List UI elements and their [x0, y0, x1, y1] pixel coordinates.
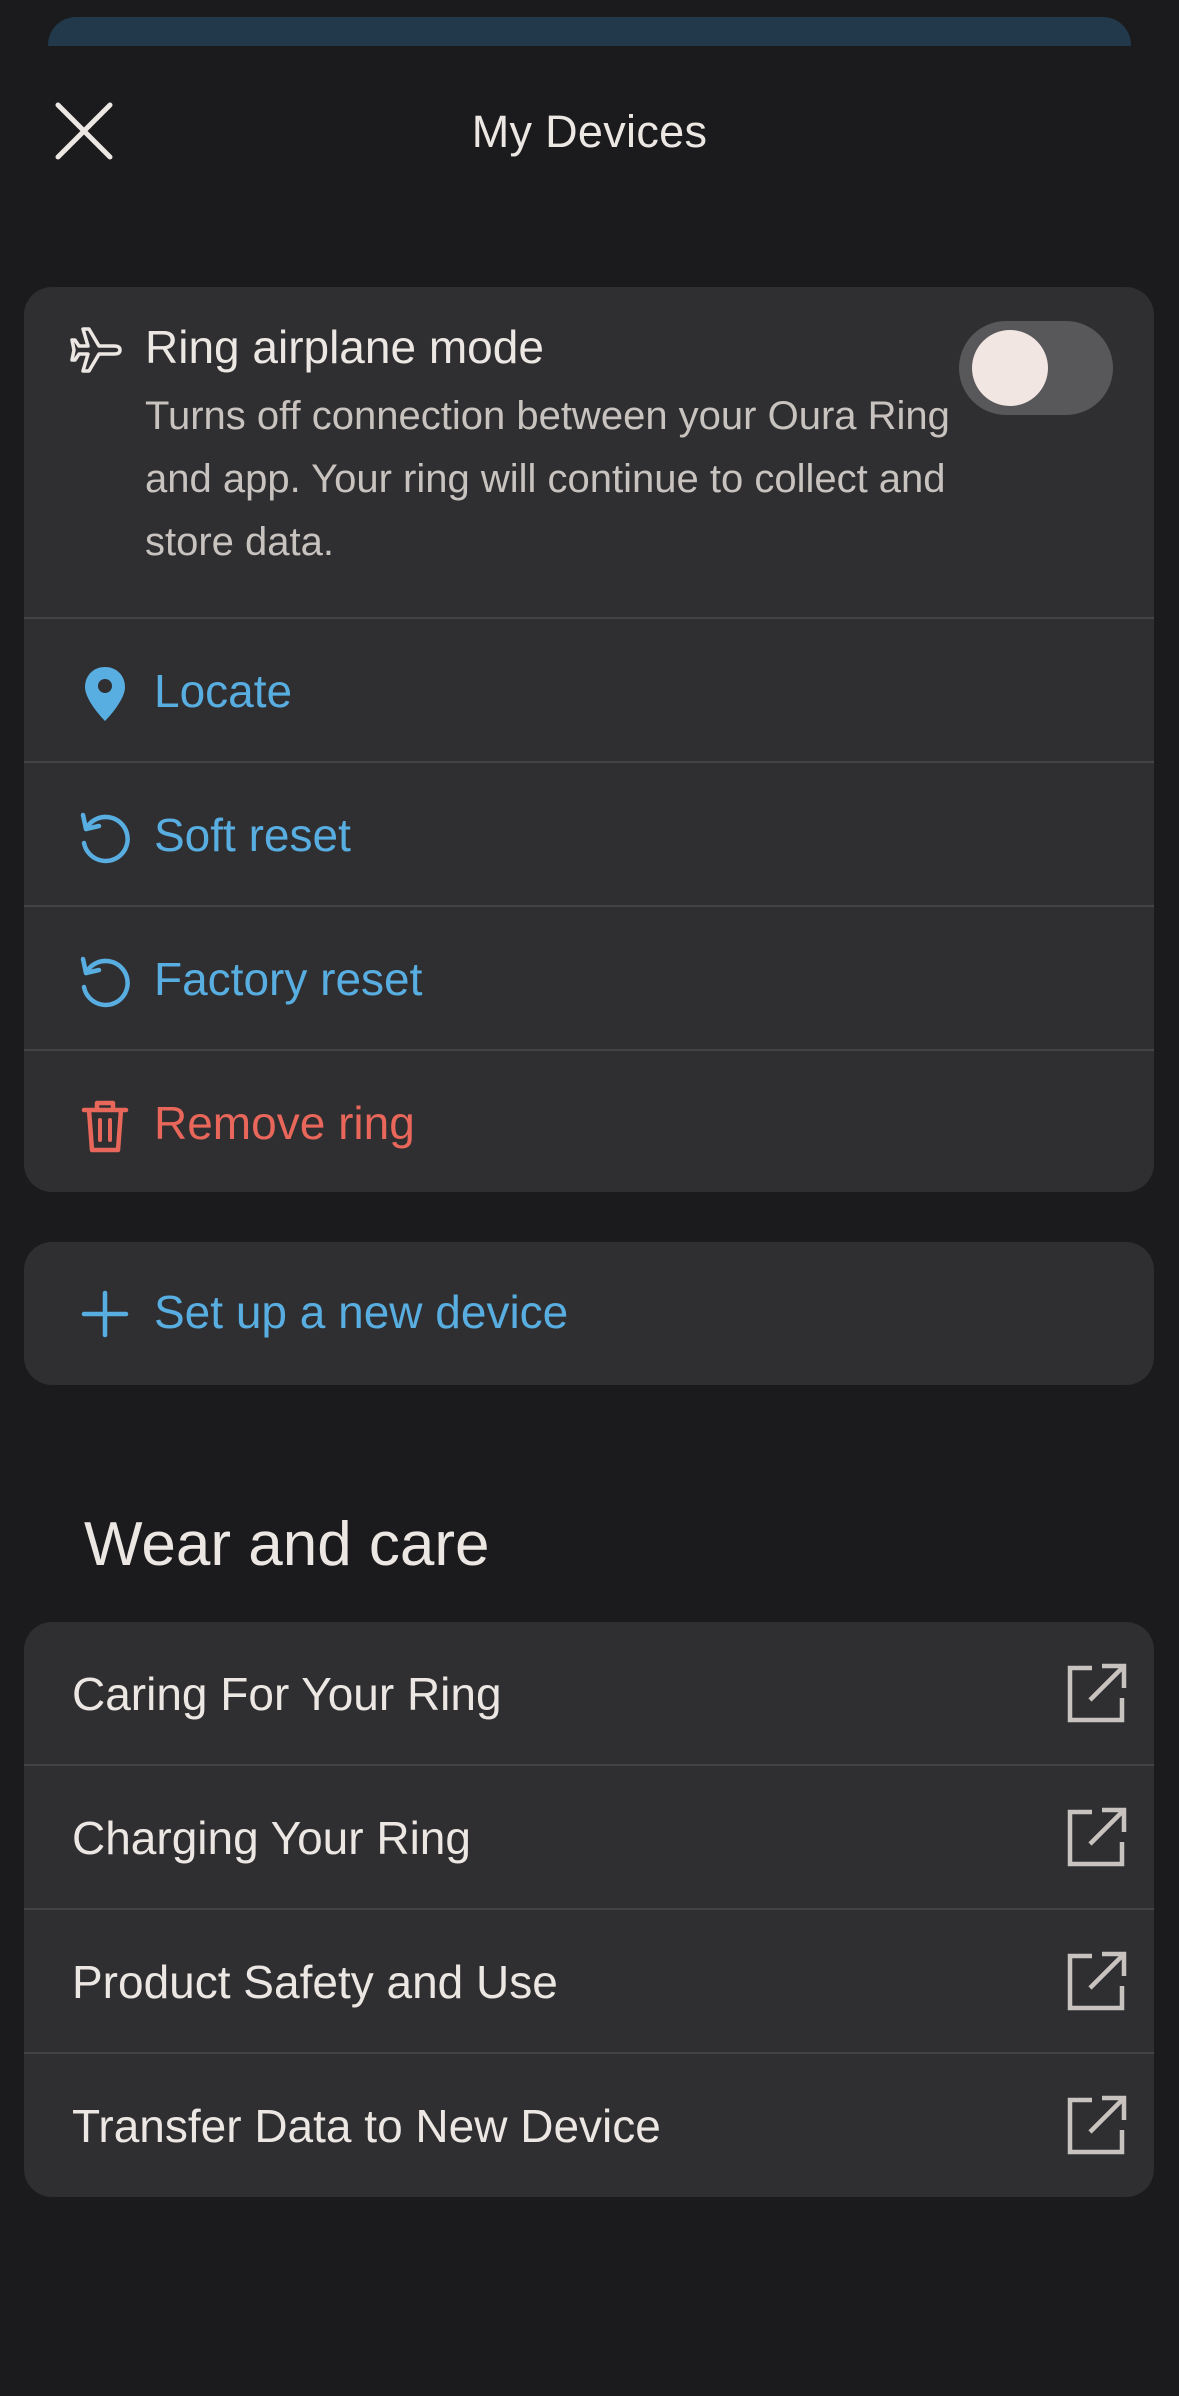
- care-link-label: Transfer Data to New Device: [72, 2100, 661, 2152]
- setup-new-device-label: Set up a new device: [154, 1286, 569, 1338]
- factory-reset-label: Factory reset: [154, 953, 423, 1005]
- plus-icon: [81, 1290, 129, 1338]
- setup-device-card: Set up a new device: [24, 1242, 1154, 1385]
- care-link-row[interactable]: Caring For Your Ring: [24, 1622, 1154, 1766]
- trash-icon: [81, 1100, 129, 1153]
- remove-ring-label: Remove ring: [154, 1097, 415, 1149]
- remove-ring-row[interactable]: Remove ring: [24, 1051, 1154, 1192]
- factory-reset-row[interactable]: Factory reset: [24, 907, 1154, 1051]
- airplane-mode-title: Ring airplane mode: [145, 321, 544, 373]
- location-pin-icon: [85, 667, 125, 721]
- care-link-label: Caring For Your Ring: [72, 1668, 502, 1720]
- toggle-knob: [972, 330, 1048, 406]
- reset-icon: [80, 956, 130, 1008]
- airplane-mode-toggle[interactable]: [959, 321, 1113, 415]
- soft-reset-label: Soft reset: [154, 809, 351, 861]
- care-link-row[interactable]: Charging Your Ring: [24, 1766, 1154, 1910]
- soft-reset-row[interactable]: Soft reset: [24, 763, 1154, 907]
- locate-label: Locate: [154, 665, 293, 717]
- external-link-icon: [1067, 1663, 1127, 1723]
- external-link-icon: [1067, 1951, 1127, 2011]
- airplane-mode-row: Ring airplane mode Turns off connection …: [24, 287, 1154, 619]
- setup-new-device-button[interactable]: Set up a new device: [24, 1242, 1154, 1385]
- airplane-mode-description: Turns off connection between your Oura R…: [145, 394, 950, 564]
- external-link-icon: [1067, 1807, 1127, 1867]
- locate-row[interactable]: Locate: [24, 619, 1154, 763]
- care-link-label: Product Safety and Use: [72, 1956, 558, 2008]
- care-link-label: Charging Your Ring: [72, 1812, 471, 1864]
- reset-icon: [80, 812, 130, 864]
- care-link-row[interactable]: Product Safety and Use: [24, 1910, 1154, 2054]
- care-link-row[interactable]: Transfer Data to New Device: [24, 2054, 1154, 2197]
- wear-and-care-heading: Wear and care: [84, 1510, 490, 1579]
- page-title: My Devices: [471, 106, 708, 157]
- wear-and-care-card: Caring For Your Ring Charging Your Ring …: [24, 1622, 1154, 2197]
- external-link-icon: [1067, 2095, 1127, 2155]
- airplane-icon: [70, 327, 122, 373]
- device-settings-card: Ring airplane mode Turns off connection …: [24, 287, 1154, 1192]
